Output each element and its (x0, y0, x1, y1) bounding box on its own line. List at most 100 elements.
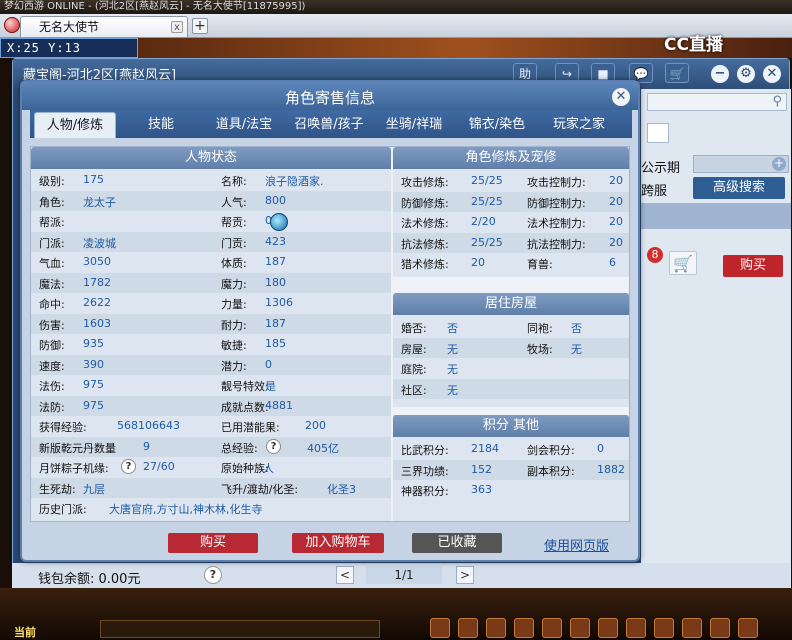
status-label: 魔力: (221, 277, 247, 291)
status-label: 靓号特效: (221, 380, 269, 393)
status-value: 4881 (265, 398, 293, 412)
filter-box[interactable] (647, 123, 669, 143)
new-tab-button[interactable]: + (192, 18, 208, 34)
points-label: 副本积分: (527, 464, 575, 478)
cultivation-value: 20 (609, 194, 623, 208)
mail-icon[interactable] (710, 618, 730, 638)
gang-icon[interactable] (598, 618, 618, 638)
cultivation-label: 攻击修炼: (401, 176, 449, 189)
status-value: 3050 (83, 255, 111, 268)
status-value: 九层 (83, 482, 105, 496)
tab-character[interactable]: 人物/修炼 (34, 112, 116, 138)
status-label: 力量: (221, 298, 247, 311)
publicity-dropdown[interactable]: + (693, 155, 789, 173)
history-value: 大唐官府,方寸山,神木林,化生寺 (109, 503, 263, 516)
search-icon[interactable]: ⚲ (772, 94, 782, 109)
status-label: 生死劫: (39, 482, 76, 496)
status-label: 魔法: (39, 277, 65, 291)
pet-icon[interactable] (486, 618, 506, 638)
add-to-cart-button[interactable]: 加入购物车 (292, 533, 384, 553)
cultivation-value: 6 (609, 256, 616, 269)
friend-icon[interactable] (570, 618, 590, 638)
web-version-link[interactable]: 使用网页版 (544, 535, 609, 554)
total-exp-help-icon[interactable]: ? (266, 438, 281, 454)
cart-icon[interactable]: 🛒 (665, 63, 689, 83)
dialog-close-icon[interactable]: ✕ (612, 88, 630, 106)
browser-tab[interactable]: 无名大使节 x (20, 16, 188, 37)
housing-label: 婚否: (401, 322, 427, 335)
cultivation-header: 角色修炼及宠修 (393, 147, 629, 169)
housing-value: 无 (571, 342, 582, 356)
next-page-button[interactable]: > (456, 566, 474, 584)
cultivation-label: 攻击控制力: (527, 176, 586, 189)
close-icon[interactable]: ✕ (763, 65, 781, 83)
status-label: 月饼粽子机缘: (39, 462, 109, 475)
points-row: 神器积分: 363 (393, 480, 629, 501)
tab-outfits[interactable]: 锦衣/染色 (462, 112, 532, 138)
cultivation-label: 猎术修炼: (401, 258, 449, 271)
housing-value: 否 (447, 322, 458, 335)
points-row: 三界功绩: 152 副本积分: 1882 (393, 459, 629, 480)
quest-icon[interactable] (514, 618, 534, 638)
search-input[interactable]: ⚲ (647, 93, 787, 111)
coordinates-readout: X:25 Y:13 (0, 38, 138, 58)
add-to-cart-icon[interactable]: 🛒 (669, 251, 697, 275)
points-header: 积分 其他 (393, 415, 629, 437)
prev-page-button[interactable]: < (336, 566, 354, 584)
bag-icon[interactable] (458, 618, 478, 638)
menu-icon[interactable] (738, 618, 758, 638)
buy-button[interactable]: 购买 (168, 533, 258, 553)
status-label: 命中: (39, 298, 65, 311)
wallet-help-icon[interactable]: ? (204, 566, 222, 584)
advanced-search-button[interactable]: 高级搜索 (693, 177, 785, 199)
status-value: 568106643 (117, 419, 180, 432)
tab-player-home[interactable]: 玩家之家 (544, 112, 614, 138)
tab-close-icon[interactable]: x (171, 21, 183, 33)
status-label: 速度: (39, 359, 65, 373)
housing-label: 社区: (401, 383, 427, 397)
tab-skills[interactable]: 技能 (128, 112, 194, 138)
channel-current[interactable]: 当前 (14, 624, 36, 640)
status-row: 帮派: 帮贡: 0 (31, 211, 391, 232)
cultivation-value: 25/25 (471, 194, 503, 208)
housing-row: 婚否: 否 同袍: 否 (393, 317, 629, 338)
cultivation-label: 防御控制力: (527, 196, 586, 210)
collected-button[interactable]: 已收藏 (412, 533, 502, 553)
tab-summons[interactable]: 召唤兽/孩子 (288, 112, 370, 138)
status-label: 成就点数: (221, 400, 269, 414)
team-icon[interactable] (542, 618, 562, 638)
status-value: 浪子隐酒家. (265, 175, 324, 188)
settings-icon[interactable]: ⚙ (737, 65, 755, 83)
system-icon[interactable] (626, 618, 646, 638)
browser-tab-title: 无名大使节 (39, 20, 100, 34)
mooncake-help-icon[interactable]: ? (121, 459, 136, 474)
chat-input[interactable] (100, 620, 380, 638)
status-row: 伤害: 1603 耐力: 187 (31, 313, 391, 334)
history-label: 历史门派: (39, 503, 87, 516)
shop-icon[interactable] (654, 618, 674, 638)
pet-avatar-icon (270, 213, 288, 231)
status-value: 175 (83, 173, 104, 186)
plus-icon[interactable]: + (772, 157, 786, 171)
map-icon[interactable] (682, 618, 702, 638)
status-label: 新版乾元丹数量 (39, 441, 116, 455)
list-buy-button[interactable]: 购买 (723, 255, 783, 277)
status-row: 命中: 2622 力量: 1306 (31, 293, 391, 314)
status-label: 法防: (39, 400, 65, 414)
cultivation-label: 抗法控制力: (527, 237, 586, 251)
history-row: 历史门派: 大唐官府,方寸山,神木林,化生寺 (31, 498, 391, 519)
status-label: 名称: (221, 175, 247, 188)
tab-items[interactable]: 道具/法宝 (208, 112, 280, 138)
housing-label: 牧场: (527, 342, 553, 356)
status-value: 0 (265, 357, 272, 371)
status-value: 是 (265, 380, 276, 393)
cultivation-label: 法术修炼: (401, 217, 449, 230)
status-row: 级别: 175 名称: 浪子隐酒家. (31, 170, 391, 191)
status-label: 级别: (39, 175, 65, 188)
status-label: 门贡: (221, 236, 247, 250)
minimize-icon[interactable]: − (711, 65, 729, 83)
status-label: 气血: (39, 257, 65, 270)
tab-mounts[interactable]: 坐骑/祥瑞 (380, 112, 448, 138)
skill-icon[interactable] (430, 618, 450, 638)
housing-value: 无 (447, 363, 458, 376)
